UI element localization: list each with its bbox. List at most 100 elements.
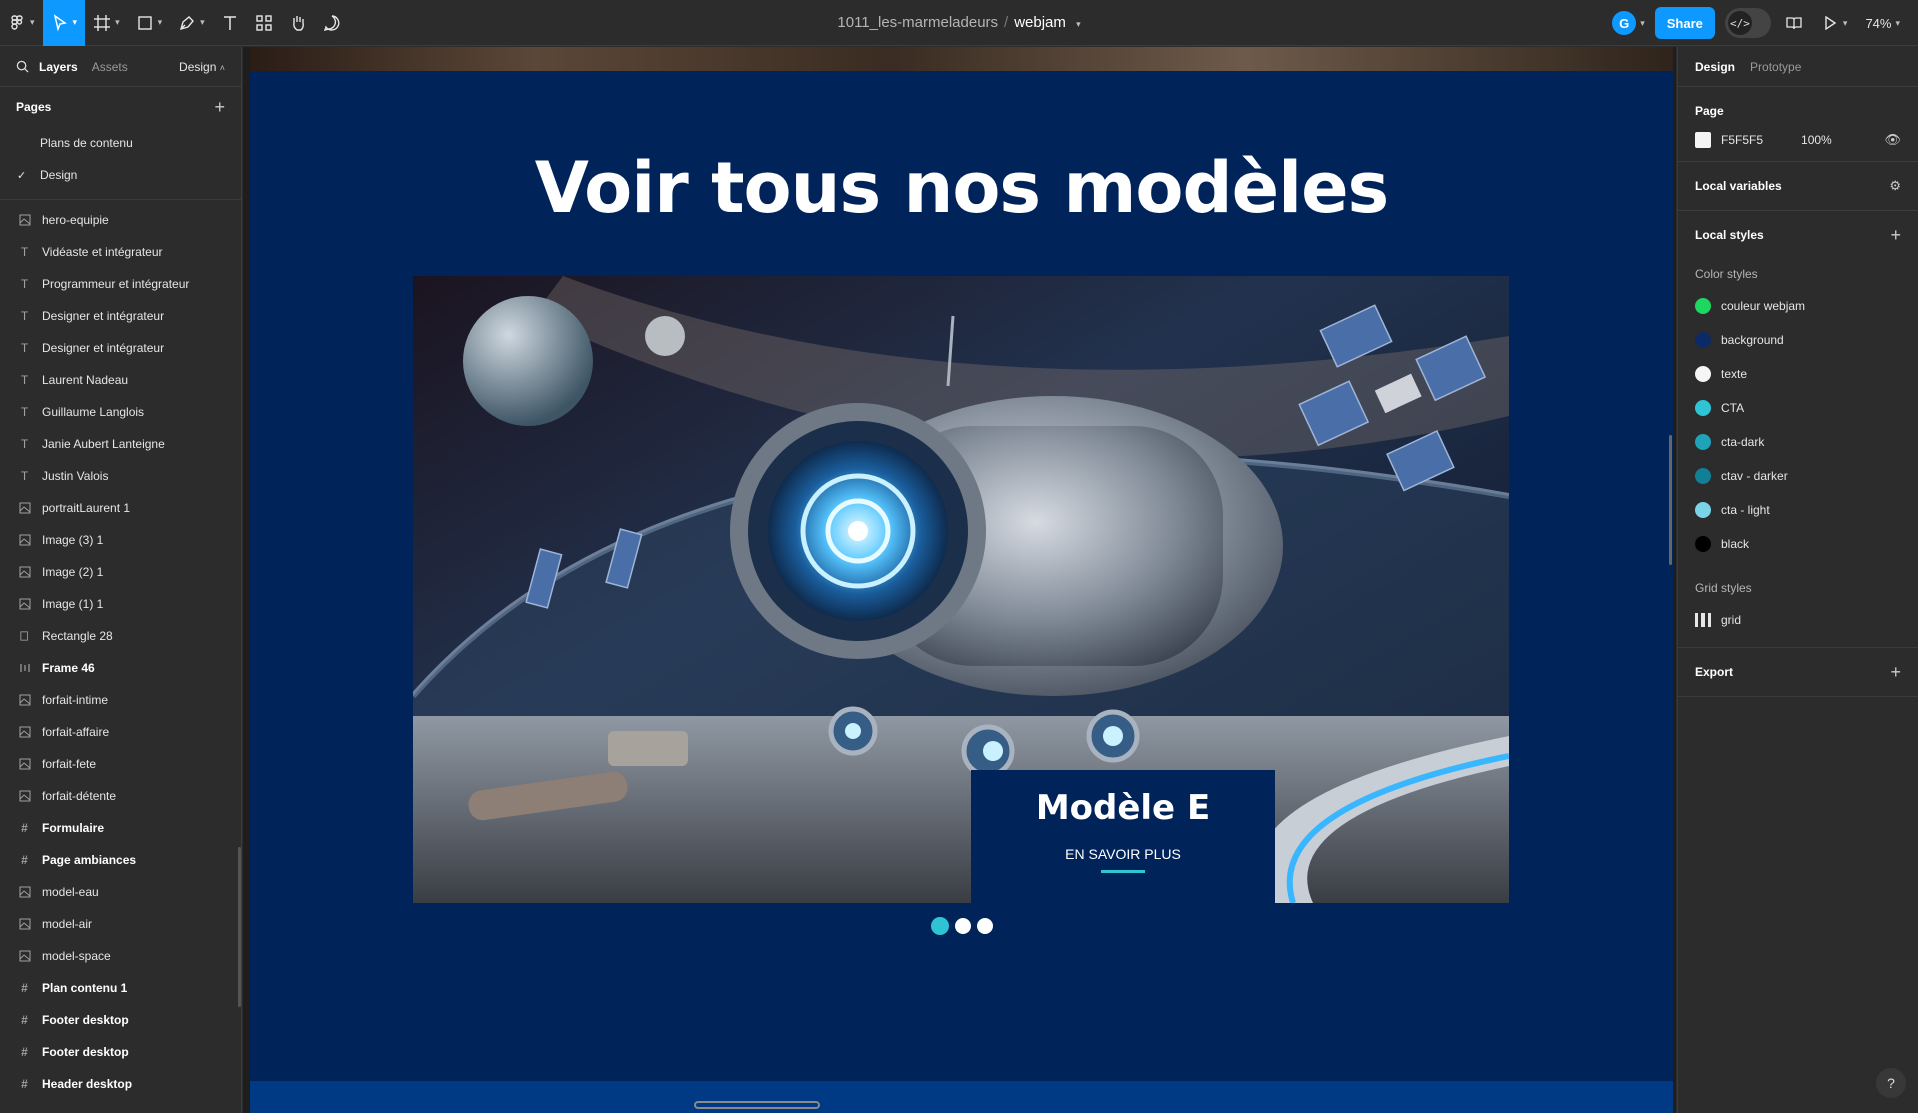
breadcrumb-separator: / (1004, 14, 1009, 31)
file-name[interactable]: webjam (1014, 14, 1066, 31)
page-color-value[interactable]: F5F5F5 (1721, 133, 1763, 147)
layer-row[interactable]: T Vidéaste et intégrateur (0, 236, 241, 268)
color-style-row[interactable]: texte (1695, 357, 1901, 391)
pages-title: Pages (16, 100, 52, 114)
search-icon[interactable] (16, 60, 29, 73)
library-button[interactable] (1781, 0, 1807, 46)
frame-tool-button[interactable]: ▾ (85, 0, 128, 46)
layer-row[interactable]: forfait-intime (0, 684, 241, 716)
layer-row[interactable]: T Guillaume Langlois (0, 396, 241, 428)
layer-label: Image (1) 1 (42, 597, 104, 611)
layer-row[interactable]: Frame 46 (0, 652, 241, 684)
color-style-name: cta-dark (1721, 435, 1765, 449)
main-menu-button[interactable]: ▾ (0, 0, 43, 46)
layer-row[interactable]: forfait-détente (0, 780, 241, 812)
add-page-icon[interactable]: + (214, 97, 225, 118)
layer-label: Image (3) 1 (42, 533, 104, 547)
chevron-down-icon: ▾ (157, 17, 163, 27)
zoom-menu[interactable]: 74% ▾ (1861, 0, 1904, 46)
carousel-dot-1[interactable] (931, 917, 949, 935)
layer-row[interactable]: # Footer desktop (0, 1004, 241, 1036)
avatar[interactable]: G (1612, 11, 1637, 35)
pen-tool-button[interactable]: ▾ (170, 0, 213, 46)
project-name[interactable]: 1011_les-marmeladeurs (837, 14, 998, 31)
vertical-scrollbar[interactable] (1669, 435, 1672, 565)
layer-row[interactable]: portraitLaurent 1 (0, 492, 241, 524)
image-icon (18, 694, 31, 707)
left-panel-tabs: Layers Assets Design ˄ (0, 47, 241, 87)
layer-label: Janie Aubert Lanteigne (42, 437, 165, 451)
carousel-dot-3[interactable] (977, 918, 993, 934)
layer-row[interactable]: model-eau (0, 876, 241, 908)
section-headline[interactable]: Voir tous nos modèles (250, 147, 1673, 229)
page-opacity-value[interactable]: 100% (1801, 133, 1832, 147)
variables-settings-icon[interactable]: ⚙ (1889, 178, 1901, 194)
layer-row[interactable]: T Programmeur et intégrateur (0, 268, 241, 300)
layer-row[interactable]: Image (3) 1 (0, 524, 241, 556)
comment-tool-button[interactable] (315, 0, 349, 46)
export-header[interactable]: Export + (1695, 648, 1901, 696)
present-button[interactable]: ▾ (1817, 0, 1852, 46)
carousel-dot-2[interactable] (955, 918, 971, 934)
tab-prototype[interactable]: Prototype (1750, 60, 1801, 74)
layer-row[interactable]: T Janie Aubert Lanteigne (0, 428, 241, 460)
layer-row[interactable]: forfait-affaire (0, 716, 241, 748)
page-background-row[interactable]: F5F5F5 100% 👁 (1695, 127, 1901, 161)
layer-row[interactable]: Image (1) 1 (0, 588, 241, 620)
layer-row[interactable]: # Plan contenu 1 (0, 972, 241, 1004)
chevron-down-icon[interactable]: ▾ (1076, 19, 1081, 29)
layer-row[interactable]: model-space (0, 940, 241, 972)
tab-design[interactable]: Design (1695, 60, 1735, 74)
move-tool-button[interactable]: ▾ (42, 0, 86, 46)
artboard-design[interactable]: Voir tous nos modèles Modèle E EN SAVOIR… (250, 47, 1673, 1113)
resources-button[interactable] (247, 0, 281, 46)
layer-row[interactable]: model-air (0, 908, 241, 940)
color-style-row[interactable]: black (1695, 527, 1901, 561)
layer-row[interactable]: forfait-fete (0, 748, 241, 780)
text-icon: T (20, 245, 29, 259)
layer-row[interactable]: T Designer et intégrateur (0, 332, 241, 364)
frame-icon: # (21, 1077, 28, 1091)
help-button[interactable]: ? (1876, 1068, 1906, 1098)
color-style-row[interactable]: ctav - darker (1695, 459, 1901, 493)
color-style-row[interactable]: CTA (1695, 391, 1901, 425)
layer-row[interactable]: # Formulaire (0, 812, 241, 844)
layer-row[interactable]: # Page ambiances (0, 844, 241, 876)
tab-assets[interactable]: Assets (92, 60, 128, 74)
hand-tool-button[interactable] (281, 0, 315, 46)
local-variables-row[interactable]: Local variables ⚙ (1695, 162, 1901, 210)
page-item[interactable]: Plans de contenu (0, 127, 241, 159)
layer-row[interactable]: hero-equipie (0, 204, 241, 236)
text-icon: T (20, 341, 29, 355)
layer-row[interactable]: Rectangle 28 (0, 620, 241, 652)
eye-icon[interactable]: 👁 (1884, 132, 1901, 148)
dev-mode-toggle[interactable]: </> (1724, 8, 1771, 38)
add-style-icon[interactable]: + (1890, 225, 1901, 246)
design-mode-menu[interactable]: Design ˄ (179, 60, 225, 74)
text-tool-button[interactable] (213, 0, 247, 46)
layer-row[interactable]: T Laurent Nadeau (0, 364, 241, 396)
layer-row[interactable]: T Designer et intégrateur (0, 300, 241, 332)
color-style-row[interactable]: background (1695, 323, 1901, 357)
shape-tool-button[interactable]: ▾ (128, 0, 171, 46)
color-style-row[interactable]: cta-dark (1695, 425, 1901, 459)
layer-row[interactable]: # Footer desktop (0, 1036, 241, 1068)
layer-row[interactable]: T Justin Valois (0, 460, 241, 492)
add-export-icon[interactable]: + (1890, 662, 1901, 683)
model-space-image[interactable]: Modèle E EN SAVOIR PLUS (413, 276, 1509, 903)
multiplayer-avatar-group[interactable]: G ▾ (1612, 11, 1645, 35)
color-style-row[interactable]: cta - light (1695, 493, 1901, 527)
color-style-row[interactable]: couleur webjam (1695, 289, 1901, 323)
learn-more-link[interactable]: EN SAVOIR PLUS (1065, 846, 1181, 862)
share-button[interactable]: Share (1654, 7, 1715, 39)
page-color-swatch[interactable] (1695, 132, 1711, 148)
canvas[interactable]: Voir tous nos modèles Modèle E EN SAVOIR… (243, 47, 1676, 1113)
page-item[interactable]: ✓ Design (0, 159, 241, 191)
right-panel-tabs: Design Prototype (1678, 47, 1918, 87)
grid-style-row[interactable]: grid (1695, 603, 1901, 637)
tab-layers[interactable]: Layers (39, 60, 78, 74)
layer-row[interactable]: Image (2) 1 (0, 556, 241, 588)
horizontal-scrollbar[interactable] (694, 1101, 820, 1109)
layers-scrollbar[interactable] (238, 847, 241, 1007)
layer-row[interactable]: # Header desktop (0, 1068, 241, 1100)
